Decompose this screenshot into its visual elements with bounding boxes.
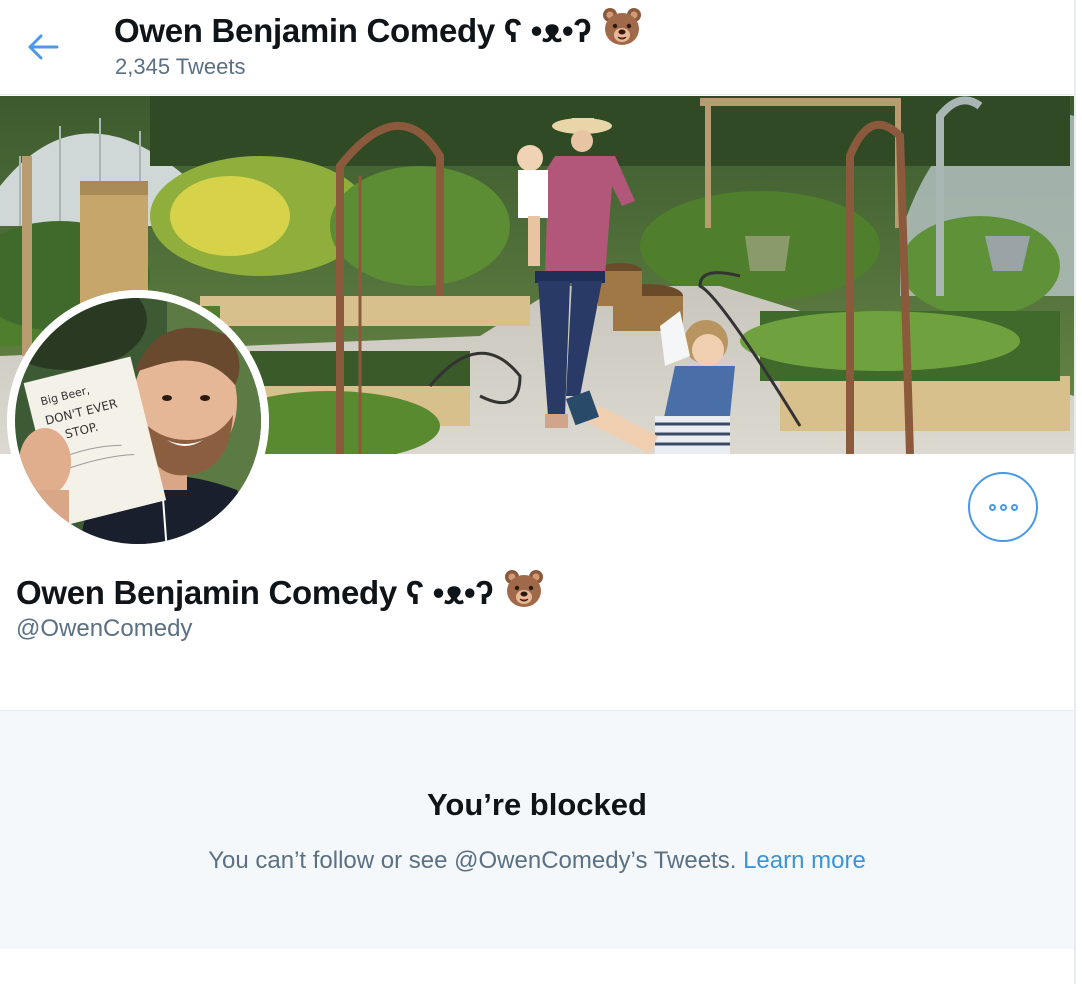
blocked-message: You can’t follow or see @OwenComedy’s Tw… — [0, 847, 1074, 875]
learn-more-link[interactable]: Learn more — [743, 847, 866, 874]
more-horizontal-icon — [987, 503, 1020, 511]
avatar-image: Big Beer, DON'T EVER STOP. — [7, 290, 269, 552]
profile-name: Owen Benjamin Comedy ʕ •ᴥ•ʔ — [16, 568, 545, 618]
profile-avatar[interactable]: Big Beer, DON'T EVER STOP. — [7, 290, 269, 552]
arrow-left-icon — [28, 34, 59, 60]
profile-header: Owen Benjamin Comedy ʕ •ᴥ•ʔ 2,345 Tweets — [0, 0, 1074, 95]
tweet-count: 2,345 Tweets — [115, 54, 246, 79]
column-divider — [1074, 0, 1076, 984]
header-title-text: Owen Benjamin Comedy ʕ •ᴥ•ʔ — [114, 12, 592, 49]
header-title: Owen Benjamin Comedy ʕ •ᴥ•ʔ — [114, 6, 643, 56]
blocked-title: You’re blocked — [427, 787, 647, 822]
more-options-button[interactable] — [968, 472, 1038, 542]
profile-name-text: Owen Benjamin Comedy ʕ •ᴥ•ʔ — [16, 574, 494, 611]
profile-page: Owen Benjamin Comedy ʕ •ᴥ•ʔ 2,345 Tweets — [0, 0, 1074, 984]
bear-face-icon — [503, 568, 545, 618]
back-button[interactable] — [20, 24, 66, 70]
blocked-notice: You’re blocked You can’t follow or see @… — [0, 710, 1074, 949]
profile-handle: @OwenComedy — [16, 615, 193, 642]
blocked-message-text: You can’t follow or see @OwenComedy’s Tw… — [208, 847, 737, 874]
bear-face-icon — [601, 6, 643, 56]
